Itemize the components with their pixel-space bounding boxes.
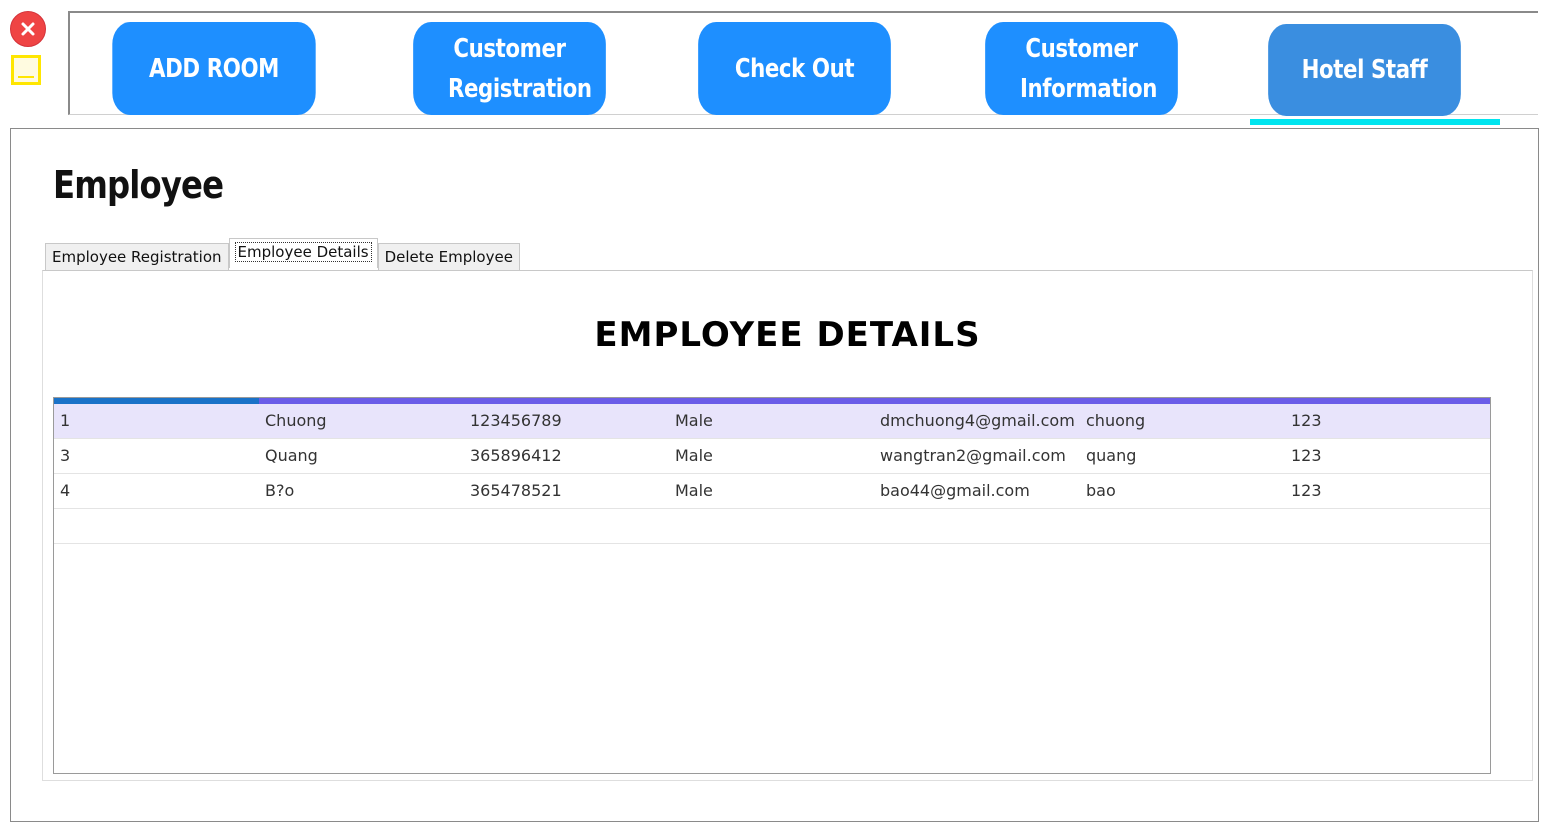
cell-password: 123 [1291,411,1322,430]
close-x-icon [21,22,35,36]
cell-username: quang [1086,446,1137,465]
check-out-button[interactable]: Check Out [698,22,891,115]
customer-registration-button[interactable]: Customer Registration [413,22,606,115]
hotel-staff-button[interactable]: Hotel Staff [1268,24,1461,116]
customer-information-button[interactable]: Customer Information [985,22,1178,115]
empty-new-row[interactable] [54,509,1490,544]
tab-label: Employee Details [234,242,372,262]
minimize-icon [18,76,34,78]
add-room-button[interactable]: ADD ROOM [112,22,316,115]
tab-label: Employee Registration [52,248,222,266]
cell-gender: Male [675,481,713,500]
cell-username: chuong [1086,411,1146,430]
top-navigation-bar: ADD ROOM Customer Registration Check Out… [68,11,1538,116]
tab-content-employee-details: EMPLOYEE DETAILS 1 Chuong 123456789 Male… [42,270,1533,781]
cell-password: 123 [1291,481,1322,500]
cell-email: dmchuong4@gmail.com [880,411,1075,430]
check-out-label: Check Out [734,53,855,84]
table-row[interactable]: 3 Quang 365896412 Male wangtran2@gmail.c… [54,439,1490,474]
cell-gender: Male [675,446,713,465]
employee-data-grid[interactable]: 1 Chuong 123456789 Male dmchuong4@gmail.… [53,397,1491,774]
customer-registration-label: Customer Registration [448,33,592,104]
close-button[interactable] [10,11,46,47]
tab-strip: Employee Registration Employee Details D… [45,238,520,270]
minimize-button[interactable] [11,55,41,85]
cell-name: Quang [265,446,318,465]
tab-delete-employee[interactable]: Delete Employee [377,243,520,270]
cell-gender: Male [675,411,713,430]
cell-name: Chuong [265,411,327,430]
tab-employee-details[interactable]: Employee Details [228,238,378,268]
table-row[interactable]: 4 B?o 365478521 Male bao44@gmail.com bao… [54,474,1490,509]
cell-phone: 365896412 [470,446,562,465]
active-nav-indicator [1250,119,1500,125]
hotel-staff-label: Hotel Staff [1301,55,1428,85]
customer-information-label: Customer Information [1020,33,1157,104]
cell-id: 3 [60,446,71,465]
cell-username: bao [1086,481,1116,500]
tab-label: Delete Employee [384,248,513,266]
cell-id: 1 [60,411,71,430]
page-title: Employee [53,163,224,207]
main-panel: Employee Employee Registration Employee … [10,128,1539,822]
cell-phone: 365478521 [470,481,562,500]
cell-name: B?o [265,481,295,500]
cell-email: wangtran2@gmail.com [880,446,1066,465]
table-row[interactable]: 1 Chuong 123456789 Male dmchuong4@gmail.… [54,404,1490,439]
details-heading: EMPLOYEE DETAILS [594,315,981,355]
cell-email: bao44@gmail.com [880,481,1030,500]
window-controls [9,10,49,90]
cell-id: 4 [60,481,71,500]
cell-phone: 123456789 [470,411,562,430]
cell-password: 123 [1291,446,1322,465]
add-room-label: ADD ROOM [149,53,279,84]
tab-employee-registration[interactable]: Employee Registration [45,243,229,270]
